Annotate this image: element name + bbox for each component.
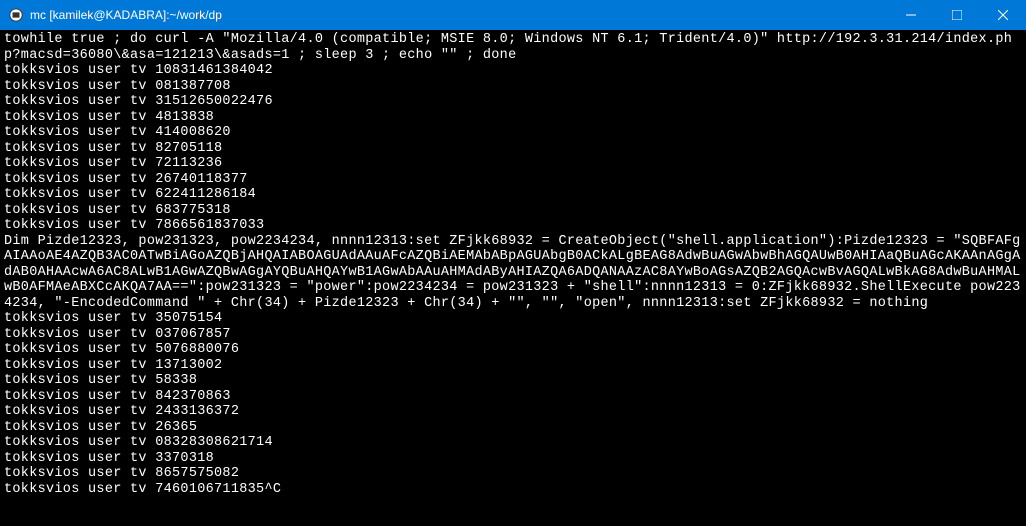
terminal-line: tokksvios user tv 414008620 (4, 125, 1022, 141)
minimize-button[interactable] (888, 0, 934, 30)
terminal-output[interactable]: towhile true ; do curl -A "Mozilla/4.0 (… (0, 30, 1026, 526)
terminal-line: tokksvios user tv 037067857 (4, 327, 1022, 343)
terminal-line: tokksvios user tv 3370318 (4, 451, 1022, 467)
terminal-line: tokksvios user tv 13713002 (4, 358, 1022, 374)
terminal-line: tokksvios user tv 82705118 (4, 141, 1022, 157)
terminal-line: tokksvios user tv 8657575082 (4, 466, 1022, 482)
terminal-line: tokksvios user tv 5076880076 (4, 342, 1022, 358)
terminal-line: tokksvios user tv 35075154 (4, 311, 1022, 327)
terminal-line: tokksvios user tv 622411286184 (4, 187, 1022, 203)
terminal-line: tokksvios user tv 4813838 (4, 110, 1022, 126)
maximize-button[interactable] (934, 0, 980, 30)
terminal-line: tokksvios user tv 58338 (4, 373, 1022, 389)
terminal-line: tokksvios user tv 10831461384042 (4, 63, 1022, 79)
terminal-line: tokksvios user tv 26740118377 (4, 172, 1022, 188)
terminal-line: tokksvios user tv 7866561837033 (4, 218, 1022, 234)
terminal-line: tokksvios user tv 08328308621714 (4, 435, 1022, 451)
terminal-line: tokksvios user tv 72113236 (4, 156, 1022, 172)
window-titlebar: mc [kamilek@KADABRA]:~/work/dp (0, 0, 1026, 30)
terminal-line: tokksvios user tv 26365 (4, 420, 1022, 436)
terminal-line: Dim Pizde12323, pow231323, pow2234234, n… (4, 234, 1022, 312)
terminal-line: tokksvios user tv 842370863 (4, 389, 1022, 405)
terminal-line: tokksvios user tv 7460106711835^C (4, 482, 1022, 498)
terminal-line: towhile true ; do curl -A "Mozilla/4.0 (… (4, 32, 1022, 63)
terminal-icon (8, 7, 24, 23)
window-controls (888, 0, 1026, 30)
terminal-line: tokksvios user tv 683775318 (4, 203, 1022, 219)
window-title: mc [kamilek@KADABRA]:~/work/dp (30, 8, 888, 22)
close-button[interactable] (980, 0, 1026, 30)
terminal-line: tokksvios user tv 2433136372 (4, 404, 1022, 420)
terminal-line: tokksvios user tv 081387708 (4, 79, 1022, 95)
terminal-line: tokksvios user tv 31512650022476 (4, 94, 1022, 110)
